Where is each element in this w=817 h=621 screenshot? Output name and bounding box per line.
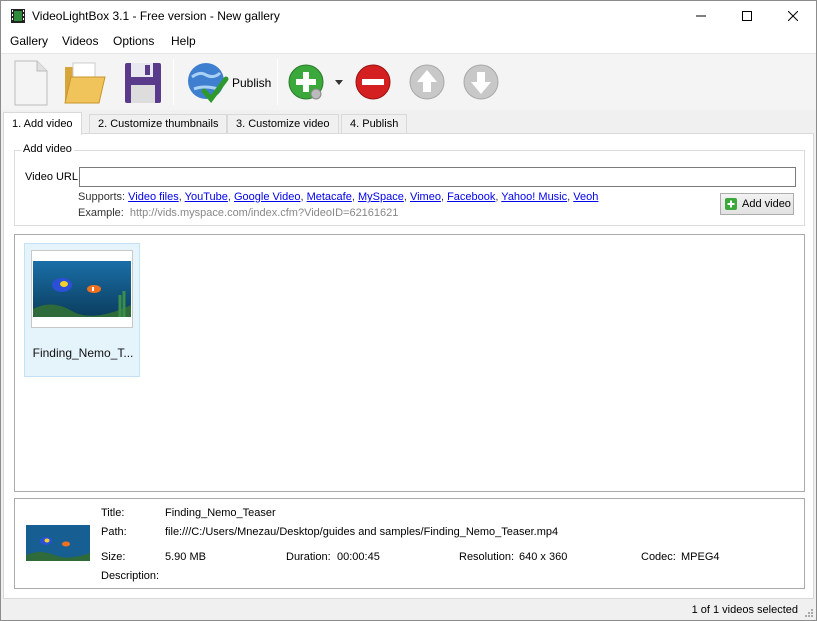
close-icon (788, 11, 798, 21)
resize-grip-icon[interactable] (804, 608, 814, 618)
menu-videos[interactable]: Videos (62, 34, 98, 48)
maximize-icon (742, 11, 752, 21)
menu-bar: Gallery Videos Options Help (1, 31, 816, 53)
filmstrip-app-icon (11, 9, 25, 23)
size-label: Size: (101, 551, 126, 563)
title-value: Finding_Nemo_Teaser (165, 507, 276, 519)
duration-value: 00:00:45 (337, 551, 380, 563)
selection-status: 1 of 1 videos selected (691, 604, 798, 616)
resolution-label: Resolution: (459, 551, 515, 563)
toolbar-separator (173, 59, 174, 105)
menu-help[interactable]: Help (171, 34, 196, 48)
path-label: Path: (101, 526, 127, 538)
example-line: Example: http://vids.myspace.com/index.cf… (78, 207, 398, 219)
link-vimeo[interactable]: Vimeo (410, 191, 441, 203)
menu-gallery[interactable]: Gallery (10, 34, 48, 48)
publish-label[interactable]: Publish (232, 76, 271, 90)
add-video-group-label: Add video (21, 143, 74, 155)
tab-customize-video[interactable]: 3. Customize video (227, 114, 339, 134)
video-url-input[interactable] (79, 167, 796, 187)
path-value: file:///C:/Users/Mnezau/Desktop/guides a… (165, 526, 559, 538)
link-yahoo-music[interactable]: Yahoo! Music (501, 191, 567, 203)
close-button[interactable] (770, 1, 816, 31)
tab-add-video[interactable]: 1. Add video (3, 112, 82, 135)
link-google-video[interactable]: Google Video (234, 191, 300, 203)
example-url: http://vids.myspace.com/index.cfm?VideoI… (129, 207, 399, 219)
resolution-value: 640 x 360 (519, 551, 568, 563)
add-video-button-label: Add video (742, 198, 791, 210)
video-url-label: Video URL (25, 171, 78, 183)
details-thumbnail-image (26, 525, 90, 561)
minimize-icon (696, 15, 706, 17)
move-up-icon[interactable] (405, 57, 449, 107)
add-green-icon[interactable] (285, 57, 329, 107)
add-video-group: Add video Video URL Supports: Video file… (14, 143, 805, 226)
tab-strip: 1. Add video 2. Customize thumbnails 3. … (1, 112, 816, 135)
tab-publish[interactable]: 4. Publish (341, 114, 408, 134)
maximize-button[interactable] (724, 1, 770, 31)
add-small-icon (725, 198, 737, 210)
tab-panel-add-video: Add video Video URL Supports: Video file… (3, 133, 814, 599)
save-floppy-icon[interactable] (119, 57, 165, 107)
gallery-item[interactable]: Finding_Nemo_T... (24, 243, 140, 377)
supports-line: Supports: Video files, YouTube, Google V… (78, 191, 599, 203)
title-bar: VideoLightBox 3.1 - Free version - New g… (1, 1, 816, 31)
open-folder-icon[interactable] (61, 57, 107, 107)
new-gallery-icon[interactable] (9, 57, 53, 107)
app-window: VideoLightBox 3.1 - Free version - New g… (0, 0, 817, 621)
move-down-icon[interactable] (459, 57, 503, 107)
video-thumbnail-image (32, 251, 132, 327)
supports-label: Supports: (78, 191, 126, 203)
link-youtube[interactable]: YouTube (185, 191, 228, 203)
link-metacafe[interactable]: Metacafe (307, 191, 352, 203)
example-label: Example: (78, 207, 124, 219)
codec-value: MPEG4 (681, 551, 720, 563)
video-details-panel: Title: Finding_Nemo_Teaser Path: file://… (14, 498, 805, 589)
size-value: 5.90 MB (165, 551, 206, 563)
menu-options[interactable]: Options (113, 34, 154, 48)
title-label: Title: (101, 507, 125, 519)
status-bar: 1 of 1 videos selected (1, 601, 816, 620)
link-myspace[interactable]: MySpace (358, 191, 404, 203)
gallery-item-caption: Finding_Nemo_T... (32, 346, 134, 360)
link-video-files[interactable]: Video files (128, 191, 179, 203)
minimize-button[interactable] (678, 1, 724, 31)
description-label: Description: (101, 570, 160, 582)
remove-red-icon[interactable] (351, 57, 395, 107)
publish-globe-icon[interactable] (184, 57, 230, 107)
tab-customize-thumbnails[interactable]: 2. Customize thumbnails (89, 114, 228, 134)
toolbar: Publish (1, 53, 816, 110)
thumbnail-frame (31, 250, 133, 328)
toolbar-separator (277, 59, 278, 105)
window-title: VideoLightBox 3.1 - Free version - New g… (32, 9, 280, 23)
codec-label: Codec: (641, 551, 676, 563)
link-veoh[interactable]: Veoh (573, 191, 598, 203)
add-dropdown-arrow-icon[interactable] (333, 57, 345, 107)
add-video-button[interactable]: Add video (720, 193, 794, 215)
gallery-list[interactable]: Finding_Nemo_T... (14, 234, 805, 492)
link-facebook[interactable]: Facebook (447, 191, 495, 203)
duration-label: Duration: (286, 551, 331, 563)
